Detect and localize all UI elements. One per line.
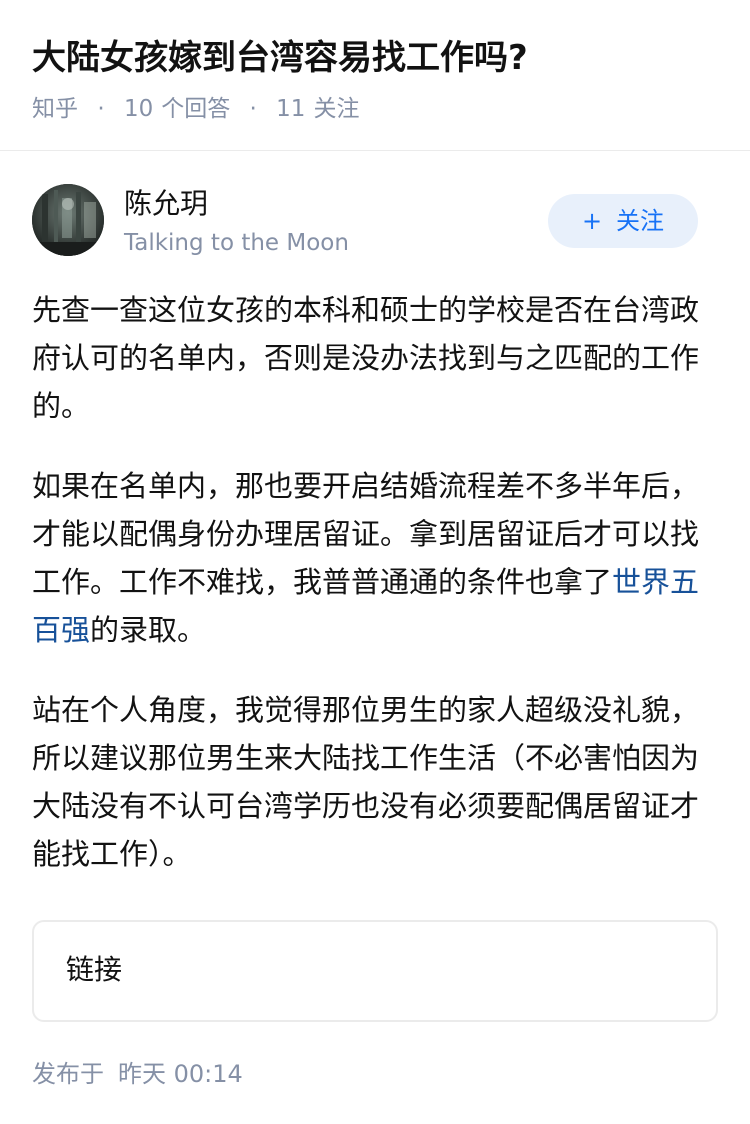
plus-icon: + (581, 207, 603, 235)
author-info: 陈允玥 Talking to the Moon + 关注 (32, 184, 718, 260)
answer-count: 10 (123, 96, 154, 122)
meta-separator: · (249, 96, 257, 122)
avatar-image (32, 184, 104, 256)
follow-button[interactable]: + 关注 (548, 194, 698, 248)
question-title[interactable]: 大陆女孩嫁到台湾容易找工作吗? (32, 34, 528, 82)
link-card[interactable]: 链接 (32, 920, 718, 1022)
avatar[interactable] (32, 184, 104, 256)
follow-count: 11 (276, 96, 306, 122)
question-header: 大陆女孩嫁到台湾容易找工作吗? 知乎 · 10 个回答 · 11 关注 (0, 0, 750, 151)
answer-paragraph: 站在个人角度，我觉得那位男生的家人超级没礼貌，所以建议那位男生来大陆找工作生活（… (32, 693, 700, 871)
answer-paragraph: 如果在名单内，那也要开启结婚流程差不多半年后，才能以配偶身份办理居留证。拿到居留… (32, 462, 702, 654)
link-card-label: 链接 (66, 953, 123, 986)
publish-time: 发布于 昨天 00:14 (32, 1056, 243, 1092)
published-label: 发布于 (32, 1060, 104, 1088)
paragraph-text: 如果在名单内，那也要开启结婚流程差不多半年后，才能以配偶身份办理居留证。拿到居留… (32, 469, 700, 599)
author-name[interactable]: 陈允玥 (124, 184, 208, 224)
source-label[interactable]: 知乎 (32, 96, 78, 122)
follow-button-label: 关注 (616, 207, 665, 235)
published-time: 昨天 00:14 (118, 1060, 243, 1088)
answer-paragraph: 先查一查这位女孩的本科和硕士的学校是否在台湾政府认可的名单内，否则是没办法找到与… (32, 293, 700, 423)
answer-content: 先查一查这位女孩的本科和硕士的学校是否在台湾政府认可的名单内，否则是没办法找到与… (32, 286, 702, 910)
paragraph-text: 的录取。 (90, 613, 207, 647)
follow-count-label: 关注 (313, 96, 360, 122)
answer-count-label: 个回答 (161, 96, 231, 122)
question-meta: 知乎 · 10 个回答 · 11 关注 (32, 92, 359, 126)
meta-separator: · (97, 96, 105, 122)
author-bio: Talking to the Moon (124, 230, 349, 256)
